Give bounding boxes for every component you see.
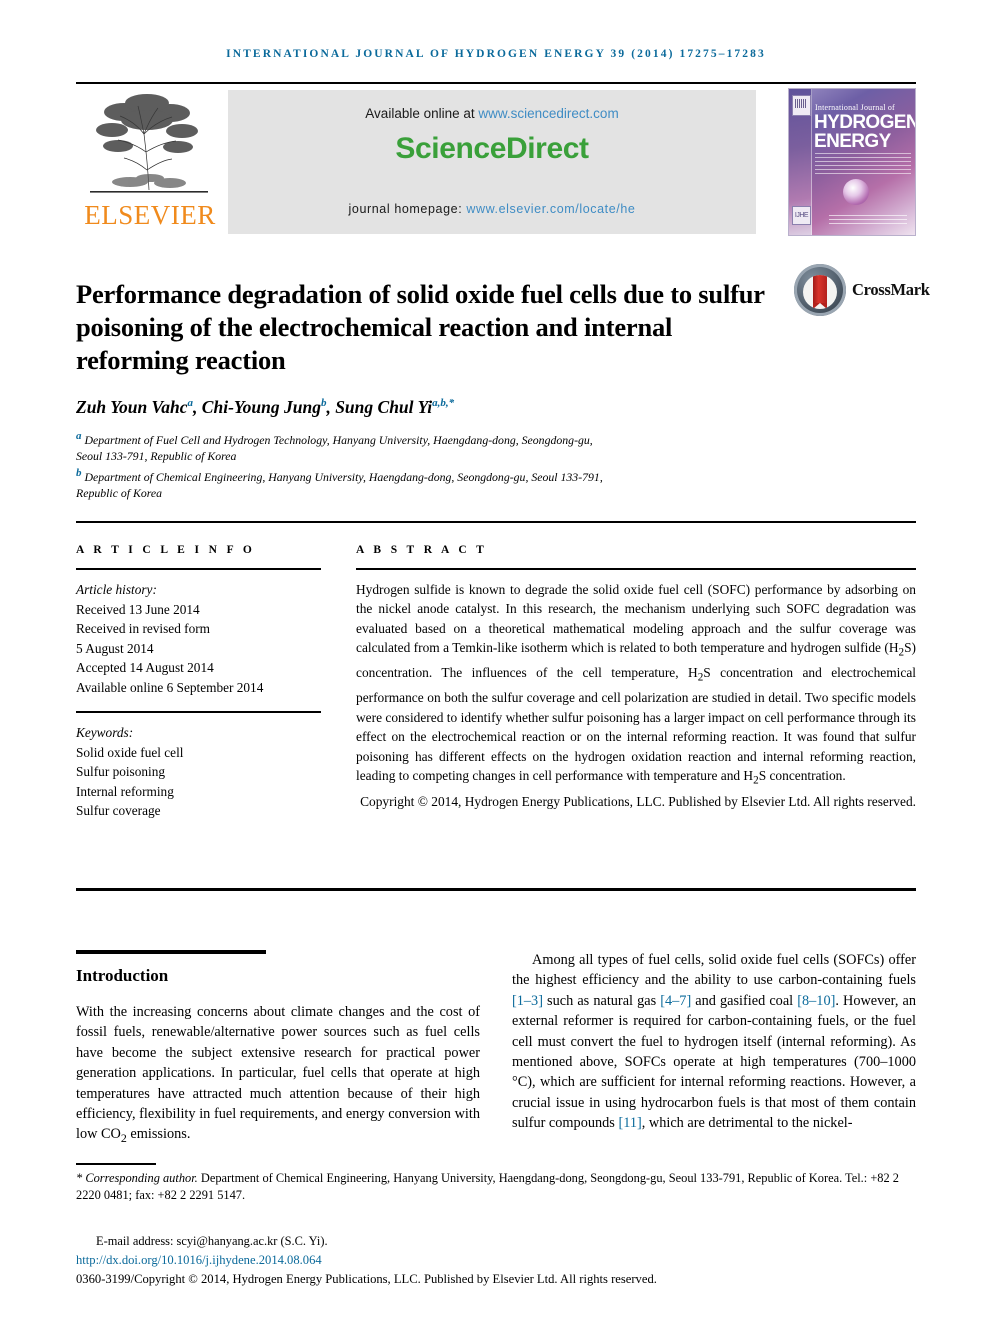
keywords-label: Keywords: — [76, 725, 134, 740]
article-info-rule — [76, 568, 321, 570]
article-history-block: Article history: Received 13 June 2014 R… — [76, 580, 321, 697]
affiliation-a: a Department of Fuel Cell and Hydrogen T… — [76, 428, 776, 448]
crossmark-label: CrossMark — [852, 280, 930, 299]
article-history-item: Received 13 June 2014 — [76, 601, 200, 617]
page-title: Performance degradation of solid oxide f… — [76, 278, 765, 375]
author-3-affiliation-marker: a,b,* — [432, 397, 455, 409]
author-1: Zuh Youn Vahc — [76, 396, 188, 417]
elsevier-wordmark: ELSEVIER — [84, 200, 216, 230]
affiliation-b-line2: Republic of Korea — [76, 486, 163, 501]
article-history-label: Article history: — [76, 582, 157, 597]
cover-title-line2: HYDROGEN — [814, 112, 916, 133]
body-column-right: Among all types of fuel cells, solid oxi… — [512, 950, 916, 1134]
affiliation-a-marker: a — [76, 430, 82, 442]
article-history-item: Available online 6 September 2014 — [76, 679, 264, 695]
article-info-column: A R T I C L E I N F O Article history: R… — [76, 544, 321, 821]
affiliation-a-line1: Department of Fuel Cell and Hydrogen Tec… — [84, 432, 593, 447]
crossmark-ribbon-icon — [813, 275, 827, 309]
cover-sphere-graphic — [843, 179, 869, 205]
journal-homepage-label: journal homepage: — [348, 202, 467, 216]
available-online-line: Available online at www.sciencedirect.co… — [228, 106, 756, 121]
footnote-block: * Corresponding author. Department of Ch… — [76, 1170, 916, 1204]
keyword-item: Internal reforming — [76, 783, 174, 799]
doi-link[interactable]: http://dx.doi.org/10.1016/j.ijhydene.201… — [76, 1253, 322, 1268]
article-info-heading: A R T I C L E I N F O — [76, 544, 256, 556]
keyword-item: Sulfur coverage — [76, 803, 161, 818]
corresponding-author-marker: * — [76, 1171, 83, 1185]
citation-ref[interactable]: [11] — [618, 1115, 641, 1131]
affiliation-b: b Department of Chemical Engineering, Ha… — [76, 465, 776, 485]
abstract-copyright: Copyright © 2014, Hydrogen Energy Public… — [360, 794, 916, 810]
elsevier-tree-icon — [84, 90, 214, 198]
affiliation-a-line2: Seoul 133-791, Republic of Korea — [76, 449, 237, 464]
journal-homepage-url[interactable]: www.elsevier.com/locate/he — [466, 202, 635, 216]
keywords-rule — [76, 711, 321, 713]
author-2: Chi-Young Jung — [201, 396, 321, 417]
footnote-separator — [76, 1163, 156, 1165]
author-list: Zuh Youn Vahca, Chi-Young Jungb, Sung Ch… — [76, 396, 455, 417]
email-line: E-mail address: scyi@hanyang.ac.kr (S.C.… — [96, 1234, 328, 1249]
article-history-item: Received in revised form — [76, 621, 211, 636]
body-column-left: Introduction With the increasing concern… — [76, 950, 480, 1149]
introduction-paragraph-left: With the increasing concerns about clima… — [76, 1004, 480, 1146]
corresponding-author-label: Corresponding author. — [85, 1171, 198, 1185]
sciencedirect-url[interactable]: www.sciencedirect.com — [478, 106, 618, 121]
citation-ref[interactable]: [4–7] — [660, 993, 691, 1009]
abstract-heading: A B S T R A C T — [356, 544, 488, 556]
author-1-affiliation-marker: a — [187, 397, 194, 409]
cover-ijhe-mark-icon: IJHE — [792, 206, 811, 225]
introduction-heading: Introduction — [76, 966, 169, 985]
introduction-rule — [76, 950, 266, 954]
paper-page: INTERNATIONAL JOURNAL OF HYDROGEN ENERGY… — [0, 0, 992, 1323]
cover-title-line3: ENERGY — [814, 131, 891, 152]
keyword-item: Solid oxide fuel cell — [76, 744, 184, 760]
available-online-text: Available online at — [365, 106, 479, 121]
citation-ref[interactable]: [1–3] — [512, 993, 543, 1009]
crossmark-inner-circle — [803, 275, 837, 309]
journal-homepage-line: journal homepage: www.elsevier.com/locat… — [228, 202, 756, 216]
citation-ref[interactable]: [8–10] — [797, 993, 835, 1009]
email-address[interactable]: scyi@hanyang.ac.kr — [177, 1234, 278, 1248]
cover-title-line1: International Journal of — [815, 103, 895, 112]
affiliation-b-line1: Department of Chemical Engineering, Hany… — [84, 469, 603, 484]
keywords-block: Keywords: Solid oxide fuel cell Sulfur p… — [76, 723, 321, 821]
rule-below-affiliations — [76, 521, 916, 523]
abstract-text: Hydrogen sulfide is known to degrade the… — [356, 582, 916, 787]
affiliation-list: a Department of Fuel Cell and Hydrogen T… — [76, 428, 776, 502]
elsevier-logo[interactable]: ELSEVIER — [76, 88, 224, 236]
introduction-paragraph-right: Among all types of fuel cells, solid oxi… — [512, 952, 916, 1132]
rule-below-abstract — [76, 888, 916, 891]
crossmark-icon — [794, 264, 846, 316]
corresponding-author-address: Department of Chemical Engineering, Hany… — [76, 1171, 899, 1202]
crossmark-badge[interactable]: CrossMark — [794, 262, 930, 320]
cover-editor-text — [815, 153, 911, 175]
keyword-item: Sulfur poisoning — [76, 764, 166, 779]
running-head: INTERNATIONAL JOURNAL OF HYDROGEN ENERGY… — [226, 48, 766, 60]
abstract-column: A B S T R A C T Hydrogen sulfide is know… — [356, 544, 916, 811]
journal-header-band: ELSEVIER Available online at www.science… — [76, 88, 916, 236]
affiliation-b-marker: b — [76, 466, 82, 479]
article-history-item: 5 August 2014 — [76, 640, 154, 656]
article-history-item: Accepted 14 August 2014 — [76, 660, 214, 675]
journal-cover-image: IJHE International Journal of HYDROGEN E… — [788, 88, 916, 236]
email-suffix: (S.C. Yi). — [280, 1234, 328, 1248]
email-label: E-mail address: — [96, 1234, 174, 1248]
top-rule — [76, 82, 916, 84]
issn-copyright-line: 0360-3199/Copyright © 2014, Hydrogen Ene… — [76, 1272, 657, 1286]
author-3: Sung Chul Yi — [335, 396, 433, 417]
sciencedirect-logo[interactable]: ScienceDirect — [228, 132, 756, 166]
cover-elsevier-mark-icon — [792, 95, 811, 116]
author-2-affiliation-marker: b — [320, 397, 327, 409]
cover-sciencedirect-footer — [829, 215, 907, 227]
sciencedirect-banner: Available online at www.sciencedirect.co… — [228, 90, 756, 234]
abstract-rule — [356, 568, 916, 570]
